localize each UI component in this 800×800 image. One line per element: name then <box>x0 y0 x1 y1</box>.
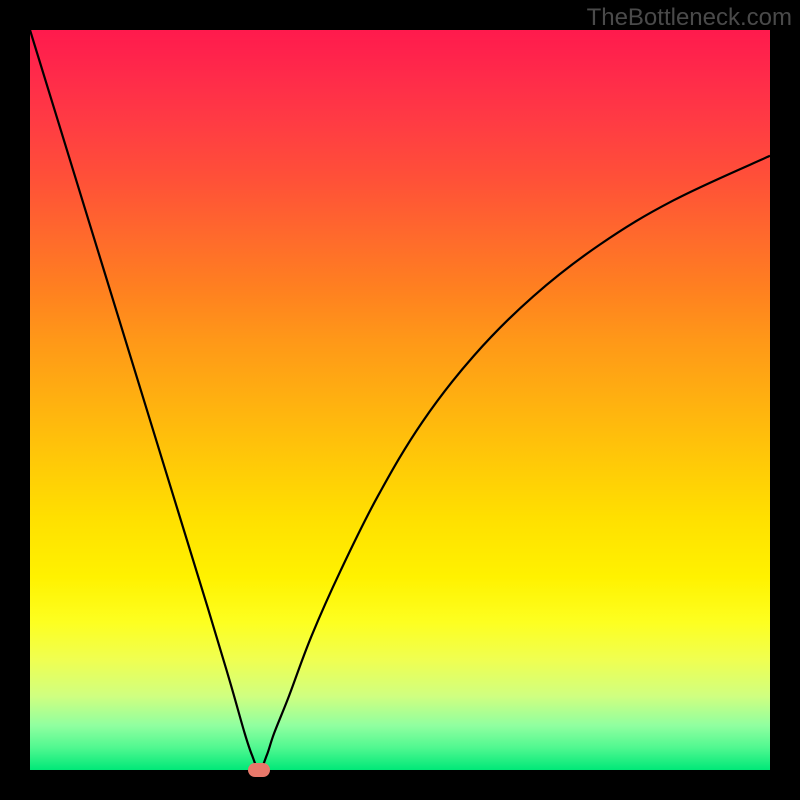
bottleneck-curve <box>30 30 770 770</box>
watermark-text: TheBottleneck.com <box>587 4 792 32</box>
curve-svg <box>30 30 770 770</box>
chart-container: TheBottleneck.com <box>0 0 800 800</box>
plot-area <box>30 30 770 770</box>
minimum-marker <box>248 763 270 777</box>
